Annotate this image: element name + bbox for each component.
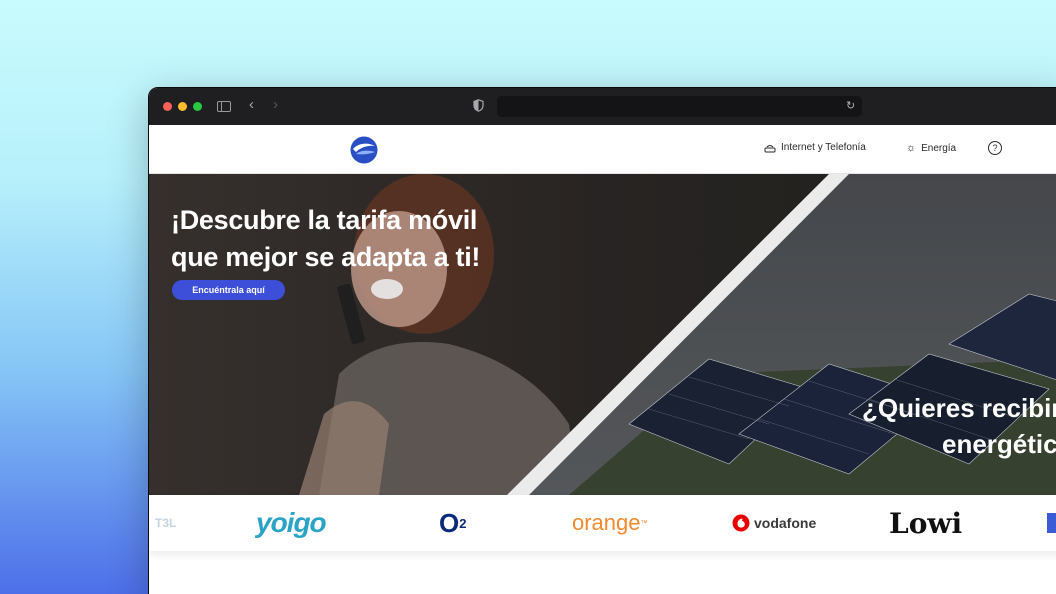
reload-icon[interactable]: ↻ [846,99,855,112]
hero-title-line2: que mejor se adapta a ti! [171,242,481,272]
hero-secondary-subtitle: energétic [942,429,1056,459]
brand-carousel: T3L yoigo O2 orange ™ vodafone Lowi [149,495,1056,551]
brand-o2-text: O [439,507,460,538]
brand-next-logo-partial[interactable] [1047,513,1056,533]
brand-orange-logo[interactable]: orange ™ [572,495,648,551]
brand-logo[interactable] [350,136,378,164]
encuentrala-button[interactable]: Encuéntrala aquí [172,280,285,300]
hero-title-line1: ¡Descubre la tarifa móvil [171,205,478,235]
nav-internet-telefonia[interactable]: Internet y Telefonía [764,142,866,153]
site-header: Internet y Telefonía ☼ Energía ? [149,125,1056,174]
nav-energia-label: Energía [921,142,957,154]
address-bar[interactable] [497,96,862,117]
hero-banner: ¡Descubre la tarifa móvil que mejor se a… [149,174,1056,495]
help-icon[interactable]: ? [988,141,1002,155]
forward-arrow-icon[interactable]: › [273,96,278,113]
browser-window: ‹ › ↻ Internet y Telefonía ☼ Energía ? ¡… [148,87,1056,594]
brand-lowi-logo[interactable]: Lowi [889,495,962,551]
brand-orange-tm: ™ [640,519,648,527]
brand-vodafone-text: vodafone [754,515,817,531]
brand-t3l-logo[interactable]: T3L [155,495,176,551]
close-window-button[interactable] [163,102,172,111]
brand-o2-logo[interactable]: O2 [439,495,466,551]
brand-vodafone-logo[interactable]: vodafone [732,495,816,551]
brand-o2-sub: 2 [459,515,467,531]
browser-titlebar: ‹ › ↻ [149,88,1056,125]
hero-secondary-title: ¿Quieres recibir [862,393,1056,423]
brand-yoigo-logo[interactable]: yoigo [256,495,327,551]
hero-title: ¡Descubre la tarifa móvil que mejor se a… [171,202,511,276]
nav-energia[interactable]: ☼ Energía [906,142,956,154]
maximize-window-button[interactable] [193,102,202,111]
sun-icon: ☼ [906,142,917,154]
brand-orange-text: orange [572,510,641,535]
nav-internet-label: Internet y Telefonía [781,142,866,153]
router-icon [764,144,776,152]
shield-icon [473,99,484,112]
sidebar-toggle-icon[interactable] [217,101,231,112]
minimize-window-button[interactable] [178,102,187,111]
window-controls [163,102,202,111]
back-arrow-icon[interactable]: ‹ [249,96,254,113]
vodafone-speechmark-icon [732,514,750,532]
